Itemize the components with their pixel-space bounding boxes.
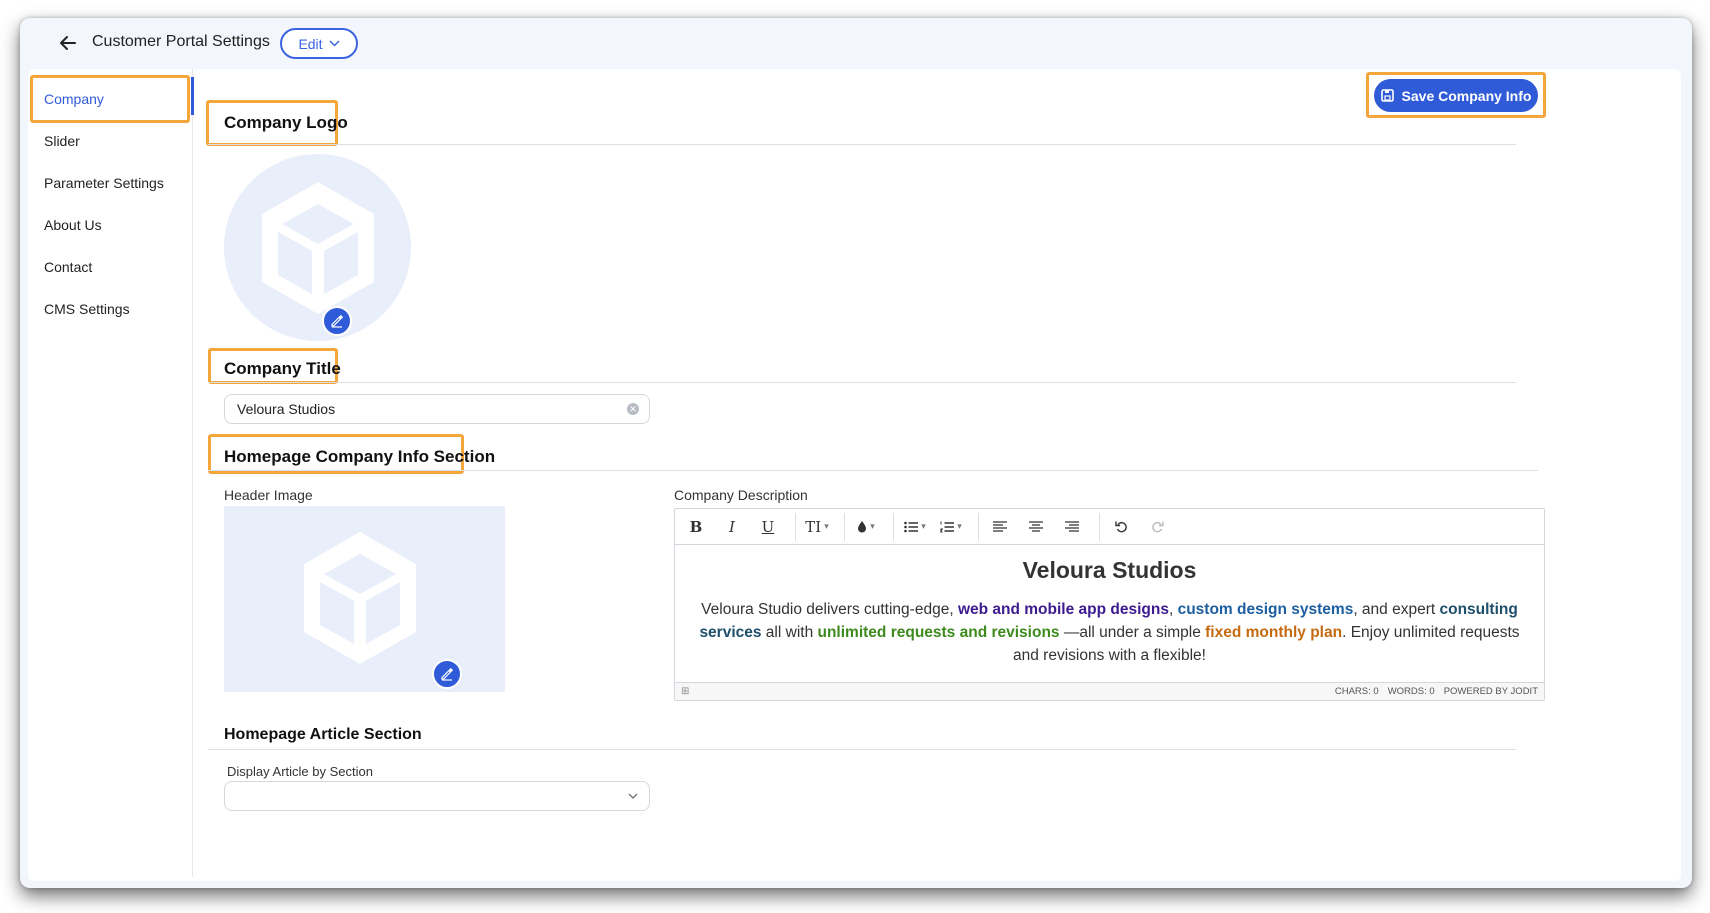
company-title-value: Veloura Studios — [237, 401, 336, 417]
save-icon — [1380, 89, 1394, 102]
align-right-button[interactable] — [1057, 513, 1087, 541]
sidebar-active-indicator — [191, 77, 194, 115]
homepage-info-title: Homepage Company Info Section — [224, 447, 496, 466]
clear-icon[interactable]: ✕ — [627, 403, 639, 415]
align-left-button[interactable] — [985, 513, 1015, 541]
toolbar-separator — [1099, 512, 1100, 541]
display-article-select[interactable] — [224, 781, 650, 811]
underline-button[interactable]: U — [753, 513, 783, 541]
chevron-down-icon: ▾ — [870, 521, 875, 532]
divider — [208, 382, 1516, 383]
pencil-icon — [331, 314, 344, 328]
italic-button[interactable]: I — [717, 513, 747, 541]
edit-dropdown-button[interactable]: Edit — [280, 28, 358, 59]
company-description-label: Company Description — [674, 487, 808, 503]
editor-text: Veloura Studio delivers cutting-edge, — [701, 601, 958, 618]
content-panel: Company Slider Parameter Settings About … — [28, 69, 1681, 881]
chevron-down-icon — [628, 793, 638, 799]
redo-icon — [1151, 521, 1164, 533]
editor-statusbar: ⊞ CHARS: 0 WORDS: 0 POWERED BY JODIT — [675, 682, 1544, 700]
divider — [208, 144, 1516, 145]
box-placeholder-icon — [262, 182, 374, 314]
redo-button[interactable] — [1142, 513, 1172, 541]
chevron-down-icon — [329, 40, 340, 47]
display-article-label: Display Article by Section — [227, 764, 373, 779]
company-title-input[interactable]: Veloura Studios ✕ — [224, 394, 650, 424]
box-placeholder-icon — [304, 532, 416, 664]
chevron-down-icon: ▾ — [921, 521, 926, 532]
font-size-button[interactable]: TI ▾ — [802, 513, 832, 541]
sidebar-item-slider[interactable]: Slider — [44, 133, 80, 149]
company-logo-placeholder — [224, 154, 411, 341]
edit-label: Edit — [298, 35, 323, 52]
edit-header-image-button[interactable] — [432, 659, 462, 689]
chars-count: CHARS: 0 — [1334, 686, 1379, 697]
sidebar-item-cms-settings[interactable]: CMS Settings — [44, 301, 130, 317]
chevron-down-icon: ▾ — [824, 521, 829, 532]
header-image-placeholder — [224, 506, 505, 692]
sidebar-item-contact[interactable]: Contact — [44, 259, 92, 275]
toolbar-separator — [844, 512, 845, 541]
toolbar-separator — [795, 512, 796, 541]
powered-by-link[interactable]: POWERED BY JODIT — [1444, 686, 1538, 697]
header-image-label: Header Image — [224, 487, 313, 503]
bold-button[interactable]: B — [681, 513, 711, 541]
homepage-article-title: Homepage Article Section — [224, 726, 422, 743]
text-color-button[interactable]: ▾ — [851, 513, 881, 541]
editor-text: , — [1168, 601, 1178, 618]
edit-logo-button[interactable] — [322, 306, 352, 336]
company-logo-title: Company Logo — [224, 113, 348, 132]
color-drop-icon — [858, 521, 867, 533]
undo-button[interactable] — [1106, 513, 1136, 541]
align-center-icon — [1029, 521, 1043, 532]
editor-text: all with — [761, 624, 818, 641]
company-title-heading: Company Title — [224, 359, 341, 378]
page-title: Customer Portal Settings — [92, 33, 270, 50]
editor-text: , and expert — [1353, 601, 1440, 618]
divider — [208, 749, 1516, 750]
editor-highlight-text: unlimited requests and revisions — [817, 624, 1060, 641]
words-count: WORDS: 0 — [1387, 686, 1435, 697]
back-arrow-icon[interactable] — [56, 31, 80, 55]
save-label: Save Company Info — [1401, 87, 1532, 104]
align-center-button[interactable] — [1021, 513, 1051, 541]
resize-handle-icon[interactable]: ⊞ — [681, 686, 689, 697]
bullet-list-icon — [904, 521, 919, 532]
font-size-label: TI — [805, 517, 822, 536]
rich-text-editor[interactable]: B I U TI ▾ ▾ ▾ ▾ Veloura Studios Veloura… — [674, 508, 1545, 701]
undo-icon — [1114, 521, 1127, 533]
divider — [208, 470, 1538, 471]
sidebar-item-parameter-settings[interactable]: Parameter Settings — [44, 175, 164, 191]
editor-text: —all under a simple — [1059, 624, 1206, 641]
chevron-down-icon: ▾ — [957, 521, 962, 532]
editor-highlight-text: web and mobile app designs — [957, 601, 1169, 618]
toolbar-separator — [893, 512, 894, 541]
toolbar-separator — [978, 512, 979, 541]
sidebar-item-about-us[interactable]: About Us — [44, 217, 102, 233]
editor-content[interactable]: Veloura Studios Veloura Studio delivers … — [675, 545, 1544, 685]
app-window: Customer Portal Settings Edit Company Sl… — [20, 18, 1692, 888]
bullet-list-button[interactable]: ▾ — [900, 513, 930, 541]
editor-paragraph: Veloura Studio delivers cutting-edge, we… — [689, 598, 1530, 667]
align-right-icon — [1065, 521, 1079, 532]
settings-sidebar: Company Slider Parameter Settings About … — [28, 69, 194, 877]
top-bar: Customer Portal Settings Edit — [20, 18, 1692, 68]
save-company-info-button[interactable]: Save Company Info — [1374, 79, 1538, 112]
numbered-list-button[interactable]: ▾ — [936, 513, 966, 541]
numbered-list-icon — [940, 521, 955, 532]
editor-highlight-text: fixed monthly plan — [1205, 624, 1343, 641]
align-left-icon — [993, 521, 1007, 532]
editor-toolbar: B I U TI ▾ ▾ ▾ ▾ — [675, 509, 1544, 545]
pencil-icon — [441, 667, 454, 681]
editor-highlight-text: custom design systems — [1177, 601, 1354, 618]
sidebar-item-company[interactable]: Company — [44, 91, 104, 107]
editor-heading: Veloura Studios — [1022, 557, 1197, 583]
